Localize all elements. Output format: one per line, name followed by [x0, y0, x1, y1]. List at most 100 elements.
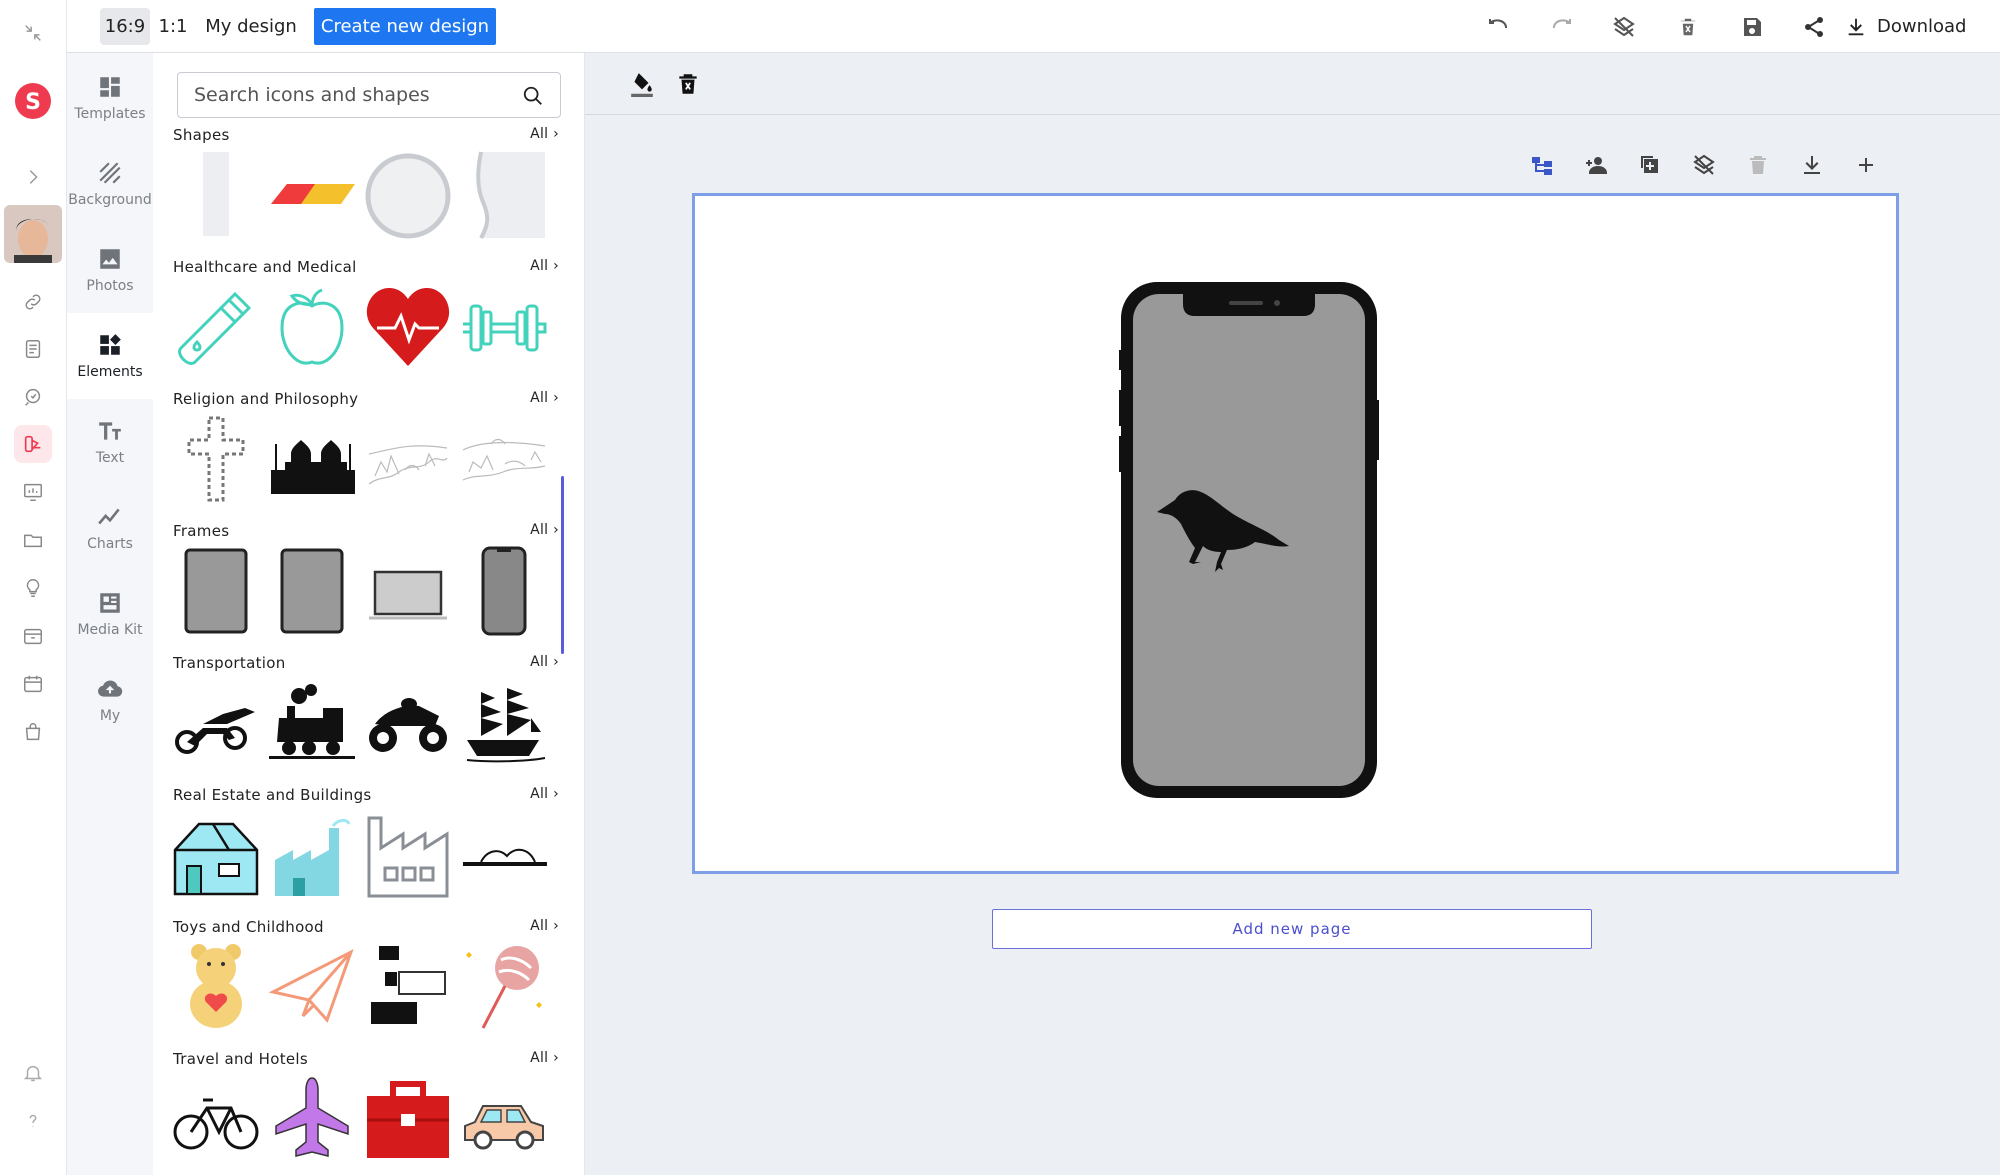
laptop-frame-thumb[interactable]	[365, 546, 451, 636]
my-design-button[interactable]: My design	[201, 8, 301, 45]
download-button[interactable]: Download	[1845, 8, 1966, 45]
paper-plane-icon[interactable]	[269, 942, 355, 1032]
sidebar-item-label: My	[99, 708, 121, 724]
category-religion: Religion and Philosophy All ›	[153, 390, 584, 522]
design-palette-icon[interactable]	[14, 425, 52, 463]
lollipop-icon[interactable]	[461, 942, 547, 1032]
see-all-link[interactable]: All ›	[530, 1050, 559, 1072]
presentation-icon[interactable]	[14, 473, 52, 511]
duplicate-page-icon[interactable]	[1635, 150, 1665, 180]
help-icon[interactable]	[14, 1102, 52, 1140]
search-box[interactable]	[177, 72, 561, 118]
car-icon[interactable]	[461, 1074, 547, 1164]
download-page-icon[interactable]	[1797, 150, 1827, 180]
lightbulb-icon[interactable]	[14, 569, 52, 607]
design-page[interactable]	[692, 193, 1899, 874]
sidebar-item-background[interactable]: Background	[67, 141, 153, 227]
water-bottle-icon[interactable]	[173, 282, 259, 372]
toolbox-icon[interactable]	[365, 1074, 451, 1164]
expand-chevron-icon[interactable]	[14, 158, 52, 196]
save-icon[interactable]	[1737, 12, 1767, 42]
undo-icon[interactable]	[1483, 12, 1513, 42]
steam-train-icon[interactable]	[269, 678, 355, 768]
see-all-link[interactable]: All ›	[530, 918, 559, 940]
building-blocks-icon[interactable]	[365, 942, 451, 1032]
link-icon[interactable]	[14, 283, 52, 321]
shopping-bag-icon[interactable]	[14, 713, 52, 751]
delete-icon[interactable]	[1673, 12, 1703, 42]
ancient-scene-icon[interactable]	[461, 414, 547, 504]
search-input[interactable]	[194, 84, 514, 106]
sailing-ship-icon[interactable]	[461, 678, 547, 768]
house-icon[interactable]	[173, 810, 259, 900]
teddy-bear-icon[interactable]	[173, 942, 259, 1032]
ratio-16-9-button[interactable]: 16:9	[100, 8, 150, 45]
text-icon	[99, 422, 121, 440]
dumbbell-icon[interactable]	[461, 282, 547, 372]
tablet-portrait-frame-thumb[interactable]	[269, 546, 355, 636]
religious-sketch-icon[interactable]	[365, 414, 451, 504]
ratio-1-1-button[interactable]: 1:1	[159, 8, 188, 45]
wave-shape-thumb[interactable]	[461, 150, 547, 240]
motorcycle-icon[interactable]	[365, 678, 451, 768]
sidebar-item-media-kit[interactable]: Media Kit	[67, 571, 153, 657]
create-new-design-button[interactable]: Create new design	[314, 8, 496, 45]
archive-icon[interactable]	[14, 617, 52, 655]
panel-scrollbar[interactable]	[561, 476, 564, 654]
add-new-page-button[interactable]: Add new page	[992, 909, 1592, 949]
download-icon	[1848, 18, 1864, 35]
phone-frame-thumb[interactable]	[461, 546, 547, 636]
tablet-frame-thumb[interactable]	[173, 546, 259, 636]
bicycle-icon[interactable]	[173, 1074, 259, 1164]
calendar-icon[interactable]	[14, 665, 52, 703]
layers-off-icon[interactable]	[1609, 12, 1639, 42]
redo-icon[interactable]	[1547, 12, 1577, 42]
see-all-link[interactable]: All ›	[530, 258, 559, 280]
category-title: Frames	[173, 522, 230, 540]
heart-pulse-icon[interactable]	[365, 282, 451, 372]
add-icon[interactable]	[1851, 150, 1881, 180]
sidebar-item-text[interactable]: Text	[67, 399, 153, 485]
bridge-icon[interactable]	[461, 810, 547, 900]
category-shapes: Shapes All ›	[153, 126, 584, 258]
sidebar-item-templates[interactable]: Templates	[67, 55, 153, 141]
bar-shape-thumb[interactable]	[173, 150, 259, 240]
category-travel: Travel and Hotels All ›	[153, 1050, 584, 1175]
see-all-link[interactable]: All ›	[530, 786, 559, 808]
delete-page-icon[interactable]	[1743, 150, 1773, 180]
collapse-icon[interactable]	[14, 14, 52, 52]
industrial-building-icon[interactable]	[365, 810, 451, 900]
apple-icon[interactable]	[269, 282, 355, 372]
sidebar-item-my[interactable]: My	[67, 657, 153, 743]
share-icon[interactable]	[1799, 12, 1829, 42]
chat-search-icon[interactable]	[14, 378, 52, 416]
airplane-icon[interactable]	[269, 1074, 355, 1164]
fill-color-icon[interactable]	[625, 67, 659, 101]
cross-icon[interactable]	[173, 414, 259, 504]
see-all-link[interactable]: All ›	[530, 654, 559, 676]
sidebar-item-label: Background	[68, 192, 152, 208]
category-frames: Frames All ›	[153, 522, 584, 654]
phone-frame[interactable]	[1119, 280, 1379, 800]
circle-shape-thumb[interactable]	[365, 150, 451, 240]
arrange-icon[interactable]	[1527, 150, 1557, 180]
bell-icon[interactable]	[14, 1054, 52, 1092]
motocross-icon[interactable]	[173, 678, 259, 768]
sidebar-item-elements[interactable]: Elements	[67, 313, 153, 399]
factory-icon[interactable]	[269, 810, 355, 900]
see-all-link[interactable]: All ›	[530, 390, 559, 412]
trapezoid-shape-thumb[interactable]	[269, 150, 355, 240]
avatar[interactable]	[4, 205, 62, 263]
hide-layers-icon[interactable]	[1689, 150, 1719, 180]
add-collaborator-icon[interactable]	[1581, 150, 1611, 180]
see-all-link[interactable]: All ›	[530, 126, 559, 148]
sidebar-item-photos[interactable]: Photos	[67, 227, 153, 313]
document-icon[interactable]	[14, 330, 52, 368]
sidebar-item-charts[interactable]: Charts	[67, 485, 153, 571]
clear-canvas-icon[interactable]	[671, 67, 705, 101]
see-all-link[interactable]: All ›	[530, 522, 559, 544]
folder-icon[interactable]	[14, 521, 52, 559]
brand-logo-icon[interactable]: S	[12, 80, 54, 122]
search-icon[interactable]	[522, 85, 544, 107]
mosque-skyline-icon[interactable]	[269, 414, 355, 504]
